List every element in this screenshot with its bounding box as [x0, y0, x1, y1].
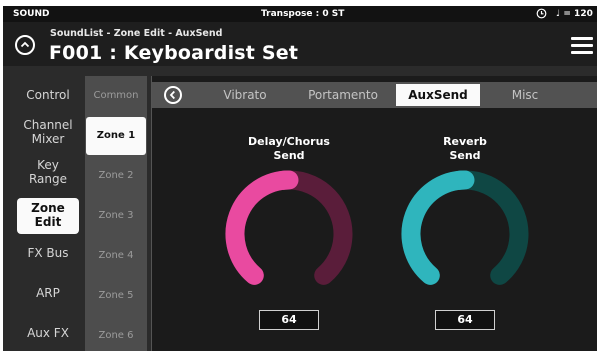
- hamburger-menu-icon[interactable]: [571, 37, 593, 55]
- status-bar: SOUND Transpose : 0 ST ♩ = 120: [3, 6, 597, 22]
- category-list: Control Channel Mixer Key Range Zone Edit FX…: [3, 66, 83, 351]
- tab-1[interactable]: Vibrato: [210, 82, 280, 108]
- tab-3[interactable]: AuxSend: [396, 84, 480, 106]
- header: SoundList - Zone Edit - AuxSend F001 : K…: [3, 22, 597, 66]
- knob-label-line2: Send: [449, 149, 481, 162]
- knob-level-edge: [456, 170, 466, 190]
- category-item[interactable]: Channel Mixer: [17, 118, 79, 148]
- zone-item[interactable]: Zone 2: [85, 157, 147, 195]
- tab-bar: Vibrato Portamento AuxSend Misc: [152, 82, 597, 108]
- category-item[interactable]: Aux FX: [17, 326, 79, 342]
- tab-2[interactable]: Portamento: [298, 82, 388, 108]
- breadcrumb: SoundList - Zone Edit - AuxSend: [50, 28, 223, 39]
- transpose-indicator: Transpose : 0 ST: [261, 9, 345, 19]
- category-item[interactable]: Key Range: [17, 158, 79, 188]
- tab-4[interactable]: Misc: [486, 82, 564, 108]
- knob-label-line1: Delay/Chorus: [248, 135, 330, 148]
- device-screen: SOUND Transpose : 0 ST ♩ = 120 SoundList…: [3, 6, 597, 351]
- category-item[interactable]: ARP: [17, 286, 79, 302]
- zone-item[interactable]: Common: [85, 77, 147, 115]
- knob-level-arc: [401, 170, 475, 285]
- knob-label-line1: Reverb: [443, 135, 487, 148]
- send-value-field[interactable]: 64: [435, 310, 495, 330]
- knob-level-arc: [225, 170, 299, 285]
- zone-item[interactable]: Zone 4: [85, 237, 147, 275]
- knob-level-edge: [280, 170, 290, 190]
- send-knob[interactable]: [219, 168, 359, 298]
- zone-list: Common Zone 1 Zone 2 Zone 3 Zone 4 Zone 5 Zone…: [85, 76, 147, 351]
- page-title: F001 : Keyboardist Set: [49, 42, 299, 64]
- zone-item[interactable]: Zone 3: [85, 197, 147, 235]
- send-knob[interactable]: [395, 168, 535, 298]
- category-item[interactable]: Zone Edit: [17, 198, 79, 234]
- zone-item[interactable]: Zone 5: [85, 277, 147, 315]
- zone-item[interactable]: Zone 1: [86, 117, 146, 155]
- category-item[interactable]: FX Bus: [17, 246, 79, 262]
- zone-item[interactable]: Zone 6: [85, 317, 147, 351]
- category-item[interactable]: Control: [17, 88, 79, 104]
- send-value-field[interactable]: 64: [259, 310, 319, 330]
- tempo-indicator: ♩ = 120: [556, 9, 593, 19]
- aux-send-panel: Vibrato Portamento AuxSend Misc Delay/Choru…: [151, 76, 597, 351]
- chevron-up-circle-icon[interactable]: [15, 35, 35, 55]
- mode-indicator: SOUND: [13, 9, 50, 19]
- knob-label-line2: Send: [273, 149, 305, 162]
- chevron-left-circle-icon[interactable]: [164, 86, 182, 104]
